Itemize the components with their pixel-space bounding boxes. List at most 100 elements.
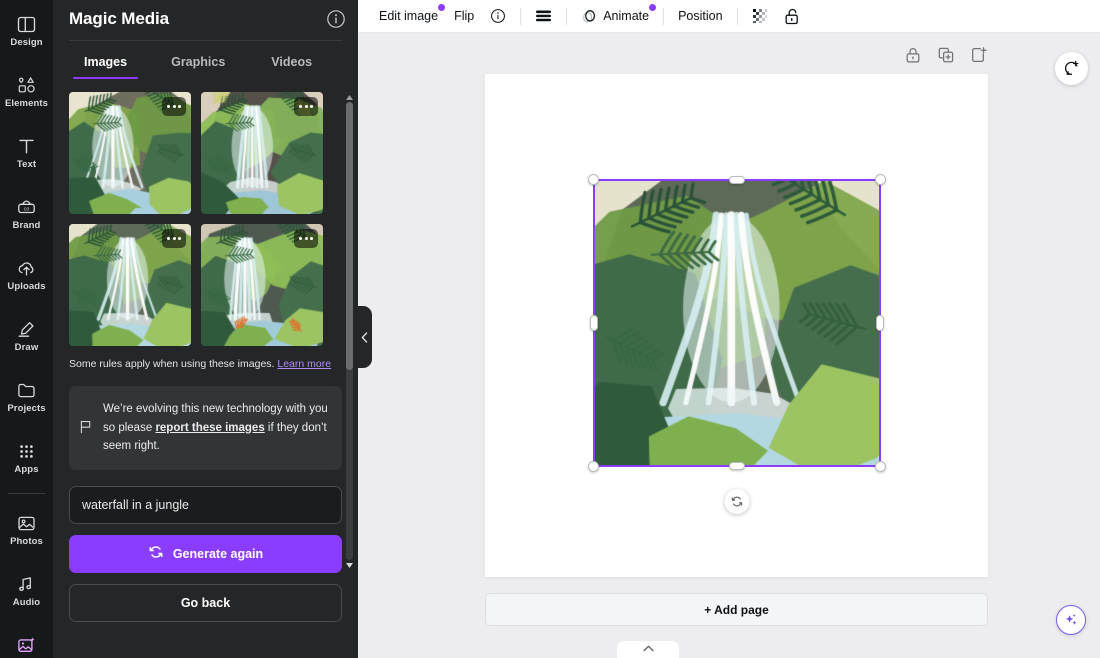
object-toolbar: Edit image Flip bbox=[358, 0, 1100, 33]
left-rail: Design Elements Text co Brand Uploads Draw Proj… bbox=[0, 0, 53, 658]
transparency-info-button[interactable] bbox=[482, 4, 514, 29]
sidebar-item-label: Projects bbox=[7, 403, 45, 414]
sidebar-item-brand[interactable]: co Brand bbox=[0, 183, 53, 244]
sparkles-icon bbox=[1063, 612, 1079, 628]
sidebar-item-label: Design bbox=[10, 37, 42, 48]
notice-text: We’re evolving this new technology with … bbox=[103, 400, 329, 456]
canvas-area[interactable]: + Add page bbox=[358, 33, 1100, 658]
scroll-up-arrow-icon[interactable] bbox=[344, 92, 355, 102]
editor-area: Edit image Flip bbox=[358, 0, 1100, 658]
prompt-input[interactable]: waterfall in a jungle bbox=[69, 486, 342, 524]
sidebar-item-uploads[interactable]: Uploads bbox=[0, 244, 53, 305]
transparency-button[interactable] bbox=[527, 4, 560, 29]
resize-handle-top-left[interactable] bbox=[588, 174, 599, 185]
waterfall-image[interactable] bbox=[595, 181, 879, 465]
sidebar-item-apps[interactable]: Apps bbox=[0, 427, 53, 488]
more-options-icon[interactable] bbox=[162, 229, 186, 248]
animate-button[interactable]: Animate bbox=[573, 4, 657, 29]
lock-icon[interactable] bbox=[904, 46, 922, 64]
report-images-link[interactable]: report these images bbox=[155, 422, 264, 434]
flip-button[interactable]: Flip bbox=[446, 4, 482, 29]
rules-text: Some rules apply when using these images… bbox=[69, 357, 342, 372]
animate-icon bbox=[581, 8, 598, 25]
resize-handle-top-right[interactable] bbox=[875, 174, 886, 185]
collapse-panel-button[interactable] bbox=[357, 306, 372, 368]
design-page[interactable] bbox=[485, 74, 988, 577]
magic-media-panel: Magic Media ImagesGraphicsVideos Some ru… bbox=[53, 0, 358, 658]
panel-tabs: Images Graphics Videos bbox=[53, 45, 358, 79]
generate-again-label: Generate again bbox=[173, 547, 263, 561]
list-item[interactable] bbox=[69, 92, 191, 214]
sidebar-item-label: Photos bbox=[10, 536, 43, 547]
list-item[interactable] bbox=[201, 92, 323, 214]
draw-icon bbox=[16, 318, 38, 340]
resize-handle-bottom-right[interactable] bbox=[875, 461, 886, 472]
toolbar-separator bbox=[737, 8, 738, 25]
generate-again-button[interactable]: Generate again bbox=[69, 535, 342, 573]
sidebar-item-design[interactable]: Design bbox=[0, 0, 53, 61]
resize-handle-left[interactable] bbox=[590, 315, 598, 331]
chevron-left-icon bbox=[361, 332, 368, 343]
scrollbar-thumb[interactable] bbox=[346, 102, 353, 370]
audio-icon bbox=[16, 573, 38, 595]
sidebar-item-text[interactable]: Text bbox=[0, 122, 53, 183]
edit-image-label: Edit image bbox=[379, 9, 438, 23]
position-button[interactable]: Position bbox=[670, 4, 730, 29]
info-circle-icon bbox=[490, 8, 506, 24]
canva-editor: Design Elements Text co Brand Uploads Draw Proj… bbox=[0, 0, 1100, 658]
more-options-icon[interactable] bbox=[162, 97, 186, 116]
transparency-icon bbox=[535, 9, 552, 23]
animate-badge bbox=[649, 4, 656, 11]
resize-handle-bottom-left[interactable] bbox=[588, 461, 599, 472]
resize-handle-top[interactable] bbox=[729, 176, 745, 184]
add-comment-button[interactable] bbox=[1055, 52, 1088, 85]
lock-button[interactable] bbox=[776, 4, 808, 29]
add-page-row: + Add page bbox=[485, 593, 988, 626]
checkerboard-button[interactable] bbox=[744, 4, 776, 29]
timeline-toggle[interactable] bbox=[617, 641, 679, 658]
add-page-label: + Add page bbox=[704, 603, 769, 617]
tab-images[interactable]: Images bbox=[70, 45, 141, 79]
sidebar-item-elements[interactable]: Elements bbox=[0, 61, 53, 122]
tab-videos[interactable]: Videos bbox=[257, 45, 326, 79]
tab-label: Images bbox=[84, 55, 127, 69]
resize-handle-bottom[interactable] bbox=[729, 462, 745, 470]
add-page-icon[interactable] bbox=[970, 46, 988, 64]
rail-divider bbox=[8, 493, 45, 494]
more-options-icon[interactable] bbox=[294, 229, 318, 248]
selected-image[interactable] bbox=[595, 181, 879, 465]
sidebar-item-label: Text bbox=[17, 159, 36, 170]
magic-assistant-button[interactable] bbox=[1056, 605, 1086, 635]
sidebar-item-audio[interactable]: Audio bbox=[0, 560, 53, 621]
rotate-icon bbox=[731, 495, 744, 508]
brand-icon: co bbox=[16, 196, 38, 218]
go-back-button[interactable]: Go back bbox=[69, 584, 342, 622]
learn-more-link[interactable]: Learn more bbox=[277, 358, 331, 370]
rotate-handle[interactable] bbox=[725, 489, 750, 514]
panel-scrollbar[interactable] bbox=[344, 92, 355, 570]
duplicate-icon[interactable] bbox=[937, 46, 955, 64]
info-circle-icon[interactable] bbox=[326, 9, 346, 29]
list-item[interactable] bbox=[69, 224, 191, 346]
sidebar-item-label: Uploads bbox=[7, 281, 45, 292]
sidebar-item-label: Draw bbox=[15, 342, 39, 353]
scroll-down-arrow-icon[interactable] bbox=[344, 560, 355, 570]
text-icon bbox=[16, 135, 38, 157]
sidebar-item-label: Brand bbox=[13, 220, 41, 231]
results-grid bbox=[69, 92, 342, 346]
sidebar-item-photos[interactable]: Photos bbox=[0, 499, 53, 560]
resize-handle-right[interactable] bbox=[876, 315, 884, 331]
flip-label: Flip bbox=[454, 9, 474, 23]
sidebar-item-magic-med[interactable]: Magic Med bbox=[0, 621, 53, 658]
apps-icon bbox=[16, 440, 38, 462]
sidebar-item-label: Audio bbox=[13, 597, 40, 608]
sidebar-item-projects[interactable]: Projects bbox=[0, 366, 53, 427]
sidebar-item-draw[interactable]: Draw bbox=[0, 305, 53, 366]
add-page-button[interactable]: + Add page bbox=[485, 593, 988, 626]
more-options-icon[interactable] bbox=[294, 97, 318, 116]
list-item[interactable] bbox=[201, 224, 323, 346]
edit-image-badge bbox=[438, 4, 445, 11]
tab-graphics[interactable]: Graphics bbox=[157, 45, 239, 79]
scrollbar-track[interactable] bbox=[346, 102, 353, 560]
edit-image-button[interactable]: Edit image bbox=[371, 4, 446, 29]
